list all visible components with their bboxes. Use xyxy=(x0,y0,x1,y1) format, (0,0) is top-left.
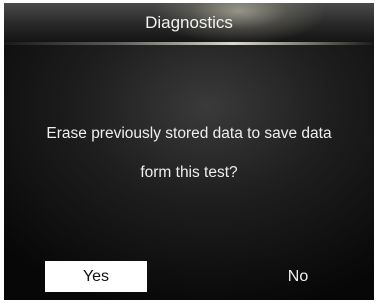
title-bar: Diagnostics xyxy=(4,3,374,42)
page-title: Diagnostics xyxy=(145,13,233,32)
device-screen: Diagnostics Erase previously stored data… xyxy=(4,3,374,300)
yes-button[interactable]: Yes xyxy=(45,261,147,292)
dialog-message-line-2: form this test? xyxy=(140,164,238,181)
no-button[interactable]: No xyxy=(247,261,349,292)
title-divider xyxy=(4,42,374,45)
dialog-message-line-1: Erase previously stored data to save dat… xyxy=(46,125,332,142)
